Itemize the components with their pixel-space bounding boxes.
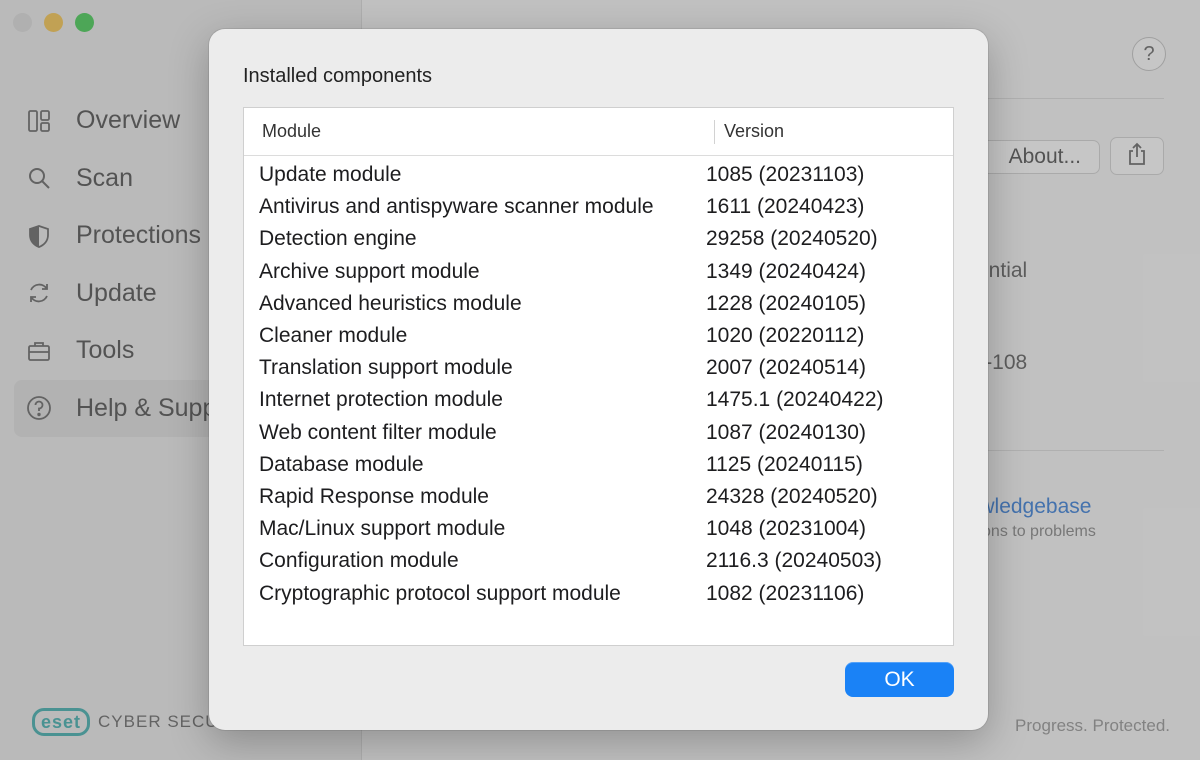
module-version-cell: 1125 (20240115) [706, 452, 863, 476]
table-row[interactable]: Database module 1125 (20240115) [244, 449, 953, 481]
module-name-cell: Archive support module [259, 259, 480, 283]
module-name-cell: Rapid Response module [259, 484, 489, 508]
module-version-cell: 1082 (20231106) [706, 581, 865, 605]
module-name-cell: Advanced heuristics module [259, 291, 522, 315]
table-row[interactable]: Archive support module 1349 (20240424) [244, 256, 953, 288]
module-version-cell: 1349 (20240424) [706, 259, 866, 283]
module-name-cell: Mac/Linux support module [259, 517, 506, 541]
column-header-module[interactable]: Module [244, 108, 715, 155]
module-version-cell: 1048 (20231004) [706, 517, 866, 541]
module-version-cell: 1087 (20240130) [706, 420, 866, 444]
module-name-cell: Configuration module [259, 549, 459, 573]
table-row[interactable]: Internet protection module 1475.1 (202404… [244, 384, 953, 416]
table-row[interactable]: Update module 1085 (20231103) [244, 159, 953, 191]
module-version-cell: 2116.3 (20240503) [706, 549, 882, 573]
table-row[interactable]: Antivirus and antispyware scanner module… [244, 191, 953, 223]
module-version-cell: 29258 (20240520) [706, 227, 878, 251]
table-header: Module Version [244, 108, 953, 156]
table-row[interactable]: Web content filter module 1087 (20240130) [244, 417, 953, 449]
module-version-cell: 2007 (20240514) [706, 356, 866, 380]
module-version-cell: 1475.1 (20240422) [706, 388, 884, 412]
ok-button[interactable]: OK [845, 662, 954, 697]
module-name-cell: Detection engine [259, 227, 417, 251]
module-name-cell: Antivirus and antispyware scanner module [259, 195, 654, 219]
table-row[interactable]: Mac/Linux support module 1048 (20231004) [244, 513, 953, 545]
module-name-cell: Update module [259, 163, 402, 187]
module-name-cell: Internet protection module [259, 388, 503, 412]
module-version-cell: 24328 (20240520) [706, 484, 878, 508]
module-version-cell: 1228 (20240105) [706, 291, 866, 315]
dialog-title: Installed components [243, 65, 433, 87]
module-name-cell: Database module [259, 452, 424, 476]
column-header-version[interactable]: Version [715, 121, 784, 142]
table-body: Update module 1085 (20231103) Antivirus an… [244, 156, 953, 610]
installed-components-dialog: Installed components Module Version Upda… [209, 29, 988, 730]
module-name-cell: Translation support module [259, 356, 513, 380]
table-row[interactable]: Advanced heuristics module 1228 (20240105… [244, 288, 953, 320]
table-row[interactable]: Rapid Response module 24328 (20240520) [244, 481, 953, 513]
module-version-cell: 1611 (20240423) [706, 195, 865, 219]
components-table[interactable]: Module Version Update module 1085 (202311… [243, 107, 954, 646]
table-row[interactable]: Cleaner module 1020 (20220112) [244, 320, 953, 352]
module-version-cell: 1020 (20220112) [706, 324, 865, 348]
table-row[interactable]: Cryptographic protocol support module 108… [244, 577, 953, 609]
module-version-cell: 1085 (20231103) [706, 163, 865, 187]
table-row[interactable]: Translation support module 2007 (20240514… [244, 352, 953, 384]
table-row[interactable]: Detection engine 29258 (20240520) [244, 223, 953, 255]
module-name-cell: Cryptographic protocol support module [259, 581, 621, 605]
table-row[interactable]: Configuration module 2116.3 (20240503) [244, 545, 953, 577]
module-name-cell: Cleaner module [259, 324, 408, 348]
module-name-cell: Web content filter module [259, 420, 497, 444]
